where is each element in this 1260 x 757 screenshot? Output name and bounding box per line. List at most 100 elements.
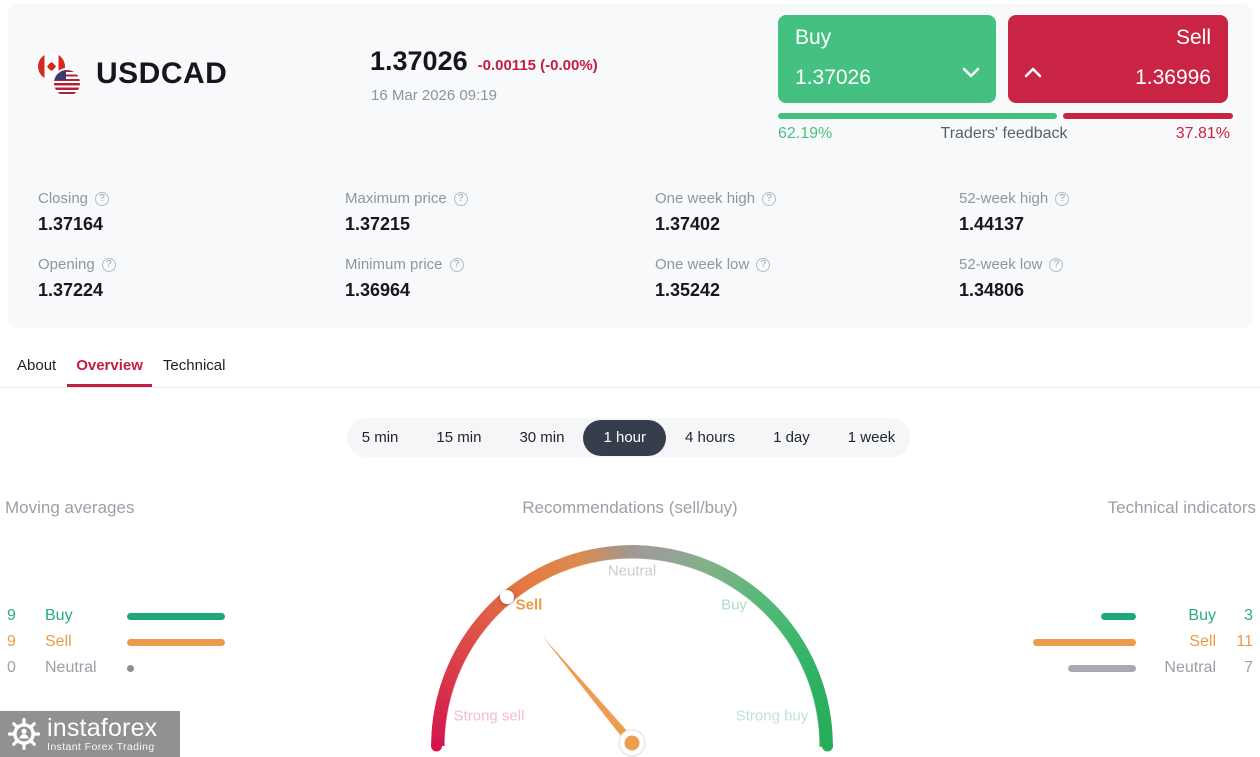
stat-label: 52-week high: [959, 190, 1049, 207]
stat-label: Minimum price: [345, 256, 443, 273]
chevron-up-icon[interactable]: [1024, 65, 1042, 83]
neutral-label: Neutral: [1164, 659, 1216, 676]
help-icon[interactable]: ?: [453, 191, 468, 206]
stat-52-week-high: 52-week high? 1.44137: [959, 190, 1070, 235]
sell-bar: [1033, 638, 1136, 646]
recommendation-gauge: Neutral Sell Buy Strong sell Strong buy: [431, 544, 833, 757]
tab-about[interactable]: About: [17, 357, 56, 387]
stat-one-week-high: One week high? 1.37402: [655, 190, 777, 235]
gauge-label-buy: Buy: [721, 596, 747, 614]
chevron-down-icon[interactable]: [962, 65, 980, 83]
stat-label: Opening: [38, 256, 95, 273]
sell-button[interactable]: Sell 1.36996: [1008, 15, 1228, 103]
help-icon[interactable]: ?: [762, 191, 777, 206]
legend-row-sell: 9 Sell: [7, 629, 225, 655]
help-icon[interactable]: ?: [1055, 191, 1070, 206]
neutral-label: Neutral: [45, 659, 97, 676]
feedback-buy-percent: 62.19%: [778, 125, 833, 142]
buy-label: Buy: [45, 607, 73, 624]
stat-closing: Closing? 1.37164: [38, 190, 110, 235]
timeframe-30min[interactable]: 30 min: [500, 420, 583, 456]
stat-value: 1.34806: [959, 280, 1025, 300]
timeframe-1hour[interactable]: 1 hour: [583, 419, 667, 456]
timeframe-1week[interactable]: 1 week: [829, 420, 915, 456]
gauge-label-strong-buy: Strong buy: [735, 707, 809, 725]
stat-label: One week high: [655, 190, 756, 207]
stat-value: 1.35242: [655, 280, 721, 300]
sell-price: 1.36996: [1135, 66, 1211, 89]
help-icon[interactable]: ?: [449, 257, 464, 272]
stat-one-week-low: One week low? 1.35242: [655, 256, 771, 301]
gauge-label-neutral: Neutral: [607, 562, 657, 580]
help-icon[interactable]: ?: [1049, 257, 1064, 272]
neutral-count: 0: [7, 659, 16, 676]
timeframe-15min[interactable]: 15 min: [417, 420, 500, 456]
stat-label: Closing: [38, 190, 89, 207]
buy-label: Buy: [1188, 607, 1216, 624]
brand-tagline: Instant Forex Trading: [47, 740, 155, 753]
buy-bar: [127, 612, 225, 620]
legend-row-neutral: 0 Neutral: [7, 655, 225, 681]
recommendations-title: Recommendations (sell/buy): [522, 498, 738, 517]
stat-value: 1.44137: [959, 214, 1025, 234]
instaforex-gear-icon: [7, 717, 41, 751]
stat-52-week-low: 52-week low? 1.34806: [959, 256, 1064, 301]
feedback-title: Traders' feedback: [940, 125, 1068, 142]
sell-button-label: Sell: [1175, 26, 1211, 49]
traders-feedback-labels: 62.19% Traders' feedback 37.81%: [778, 125, 1230, 143]
stat-value: 1.36964: [345, 280, 411, 300]
usdcad-flags-icon: [38, 53, 82, 98]
tab-technical[interactable]: Technical: [163, 357, 226, 387]
neutral-bar: [1068, 664, 1136, 672]
legend-row-sell: Sell 11: [993, 629, 1253, 655]
tab-overview[interactable]: Overview: [67, 357, 152, 387]
timeframe-selector: 5 min 15 min 30 min 1 hour 4 hours 1 day…: [347, 418, 910, 457]
stat-label: Maximum price: [345, 190, 447, 207]
technical-indicators-title: Technical indicators: [1107, 498, 1256, 517]
technical-indicators-legend: Buy 3 Sell 11 Neutral 7: [993, 603, 1253, 681]
sell-label: Sell: [45, 633, 72, 650]
sell-count: 11: [1236, 633, 1253, 650]
stat-value: 1.37402: [655, 214, 721, 234]
feedback-sell-segment: [1063, 113, 1233, 119]
feedback-sell-percent: 37.81%: [1175, 125, 1230, 142]
gauge-needle: [542, 636, 635, 745]
help-icon[interactable]: ?: [756, 257, 771, 272]
moving-averages-legend: 9 Buy 9 Sell 0 Neutral: [7, 603, 225, 681]
tab-bar: About Overview Technical: [0, 357, 1260, 388]
legend-row-buy: 9 Buy: [7, 603, 225, 629]
price-block: 1.37026 -0.00115 (-0.00%): [370, 46, 598, 77]
gauge-label-strong-sell: Strong sell: [453, 707, 525, 725]
buy-bar: [1101, 612, 1136, 620]
timeframe-4hours[interactable]: 4 hours: [666, 420, 754, 456]
instaforex-watermark: instaforex Instant Forex Trading: [0, 711, 180, 757]
brand-name: instaforex: [47, 713, 158, 742]
neutral-count: 7: [1244, 659, 1253, 676]
help-icon[interactable]: ?: [101, 257, 116, 272]
neutral-dot: [127, 664, 134, 672]
buy-button-label: Buy: [795, 26, 832, 49]
feedback-buy-segment: [778, 113, 1058, 119]
quote-timestamp: 16 Mar 2026 09:19: [371, 87, 497, 104]
legend-row-neutral: Neutral 7: [993, 655, 1253, 681]
buy-count: 3: [1244, 607, 1253, 624]
gauge-marker-dot: [499, 589, 514, 604]
stat-minimum-price: Minimum price? 1.36964: [345, 256, 464, 301]
buy-count: 9: [7, 607, 16, 624]
timeframe-5min[interactable]: 5 min: [343, 420, 418, 456]
stat-maximum-price: Maximum price? 1.37215: [345, 190, 468, 235]
timeframe-1day[interactable]: 1 day: [754, 420, 829, 456]
us-flag-icon: [52, 68, 82, 98]
traders-feedback-bar: [778, 113, 1233, 119]
stat-value: 1.37224: [38, 280, 104, 300]
sell-label: Sell: [1189, 633, 1216, 650]
stat-label: 52-week low: [959, 256, 1043, 273]
legend-row-buy: Buy 3: [993, 603, 1253, 629]
symbol-title: USDCAD: [96, 57, 228, 90]
help-icon[interactable]: ?: [95, 191, 110, 206]
stat-value: 1.37164: [38, 214, 104, 234]
buy-button[interactable]: Buy 1.37026: [778, 15, 996, 103]
current-price: 1.37026: [370, 46, 468, 76]
stat-label: One week low: [655, 256, 750, 273]
usdcad-overview-page: USDCAD 1.37026 -0.00115 (-0.00%) 16 Mar …: [0, 0, 1260, 757]
